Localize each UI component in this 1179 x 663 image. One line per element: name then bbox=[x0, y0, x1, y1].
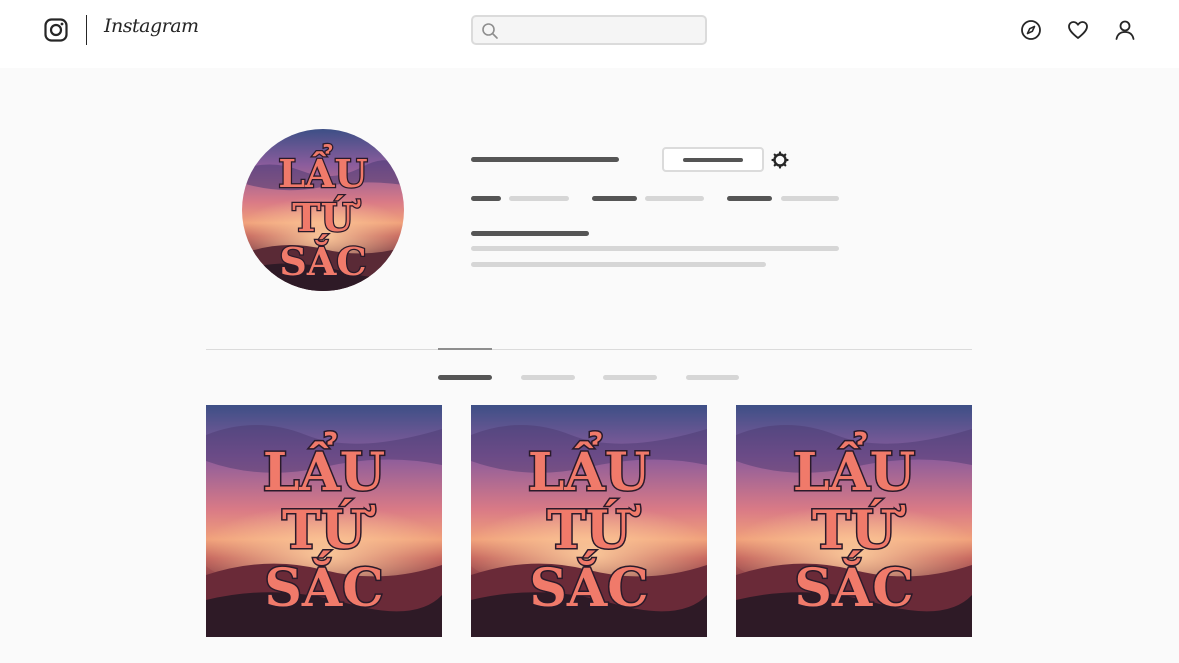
logo-divider bbox=[86, 15, 87, 45]
tabs-divider bbox=[206, 349, 972, 350]
edit-profile-button[interactable] bbox=[662, 147, 764, 172]
posts-label-placeholder bbox=[509, 196, 569, 201]
following-count-placeholder[interactable] bbox=[727, 196, 772, 201]
compass-icon[interactable] bbox=[1020, 19, 1042, 41]
post-caption-line: LẨU bbox=[263, 431, 385, 503]
heart-icon[interactable] bbox=[1067, 19, 1089, 41]
post-caption-line: SẮC bbox=[794, 550, 913, 619]
instagram-wordmark[interactable]: Instagram bbox=[104, 15, 199, 37]
post-caption-line: LẨU bbox=[793, 431, 915, 503]
avatar-caption-line: TỨ bbox=[292, 195, 360, 240]
post-image: LẨU TỨ SẮC bbox=[206, 405, 442, 637]
tab-saved[interactable] bbox=[603, 375, 657, 380]
post-image: LẨU TỨ SẮC bbox=[471, 405, 707, 637]
post-tile[interactable]: LẨU TỨ SẮC bbox=[736, 405, 972, 637]
posts-count-placeholder bbox=[471, 196, 501, 201]
post-tile[interactable]: LẨU TỨ SẮC bbox=[471, 405, 707, 637]
followers-count-placeholder[interactable] bbox=[592, 196, 637, 201]
avatar-caption-line: SẮC bbox=[279, 235, 366, 284]
edit-profile-label-placeholder bbox=[683, 158, 743, 162]
full-name-placeholder bbox=[471, 231, 589, 236]
tab-reels[interactable] bbox=[521, 375, 575, 380]
profile-avatar[interactable]: LẨU TỨ SẮC bbox=[242, 129, 404, 291]
search-icon bbox=[482, 23, 498, 39]
avatar-image: LẨU TỨ SẮC bbox=[242, 129, 404, 291]
user-icon[interactable] bbox=[1114, 19, 1136, 41]
post-tile[interactable]: LẨU TỨ SẮC bbox=[206, 405, 442, 637]
bio-line-placeholder bbox=[471, 262, 766, 267]
search-box[interactable] bbox=[471, 15, 707, 45]
bio-line-placeholder bbox=[471, 246, 839, 251]
instagram-logo-icon[interactable] bbox=[44, 18, 68, 42]
search-input[interactable] bbox=[503, 20, 699, 40]
top-navigation-bar: Instagram bbox=[0, 0, 1179, 68]
followers-label-placeholder[interactable] bbox=[645, 196, 704, 201]
post-caption-line: TỨ bbox=[812, 499, 906, 561]
active-tab-indicator bbox=[438, 348, 492, 350]
post-image: LẨU TỨ SẮC bbox=[736, 405, 972, 637]
following-label-placeholder[interactable] bbox=[781, 196, 839, 201]
username-placeholder bbox=[471, 157, 619, 162]
gear-icon[interactable] bbox=[771, 151, 789, 169]
tab-posts[interactable] bbox=[438, 375, 492, 380]
post-caption-line: SẮC bbox=[264, 550, 383, 619]
post-caption-line: LẨU bbox=[528, 431, 650, 503]
post-caption-line: TỨ bbox=[547, 499, 641, 561]
post-caption-line: TỨ bbox=[282, 499, 376, 561]
avatar-caption-line: LẨU bbox=[278, 145, 367, 196]
post-caption-line: SẮC bbox=[529, 550, 648, 619]
tab-tagged[interactable] bbox=[686, 375, 739, 380]
